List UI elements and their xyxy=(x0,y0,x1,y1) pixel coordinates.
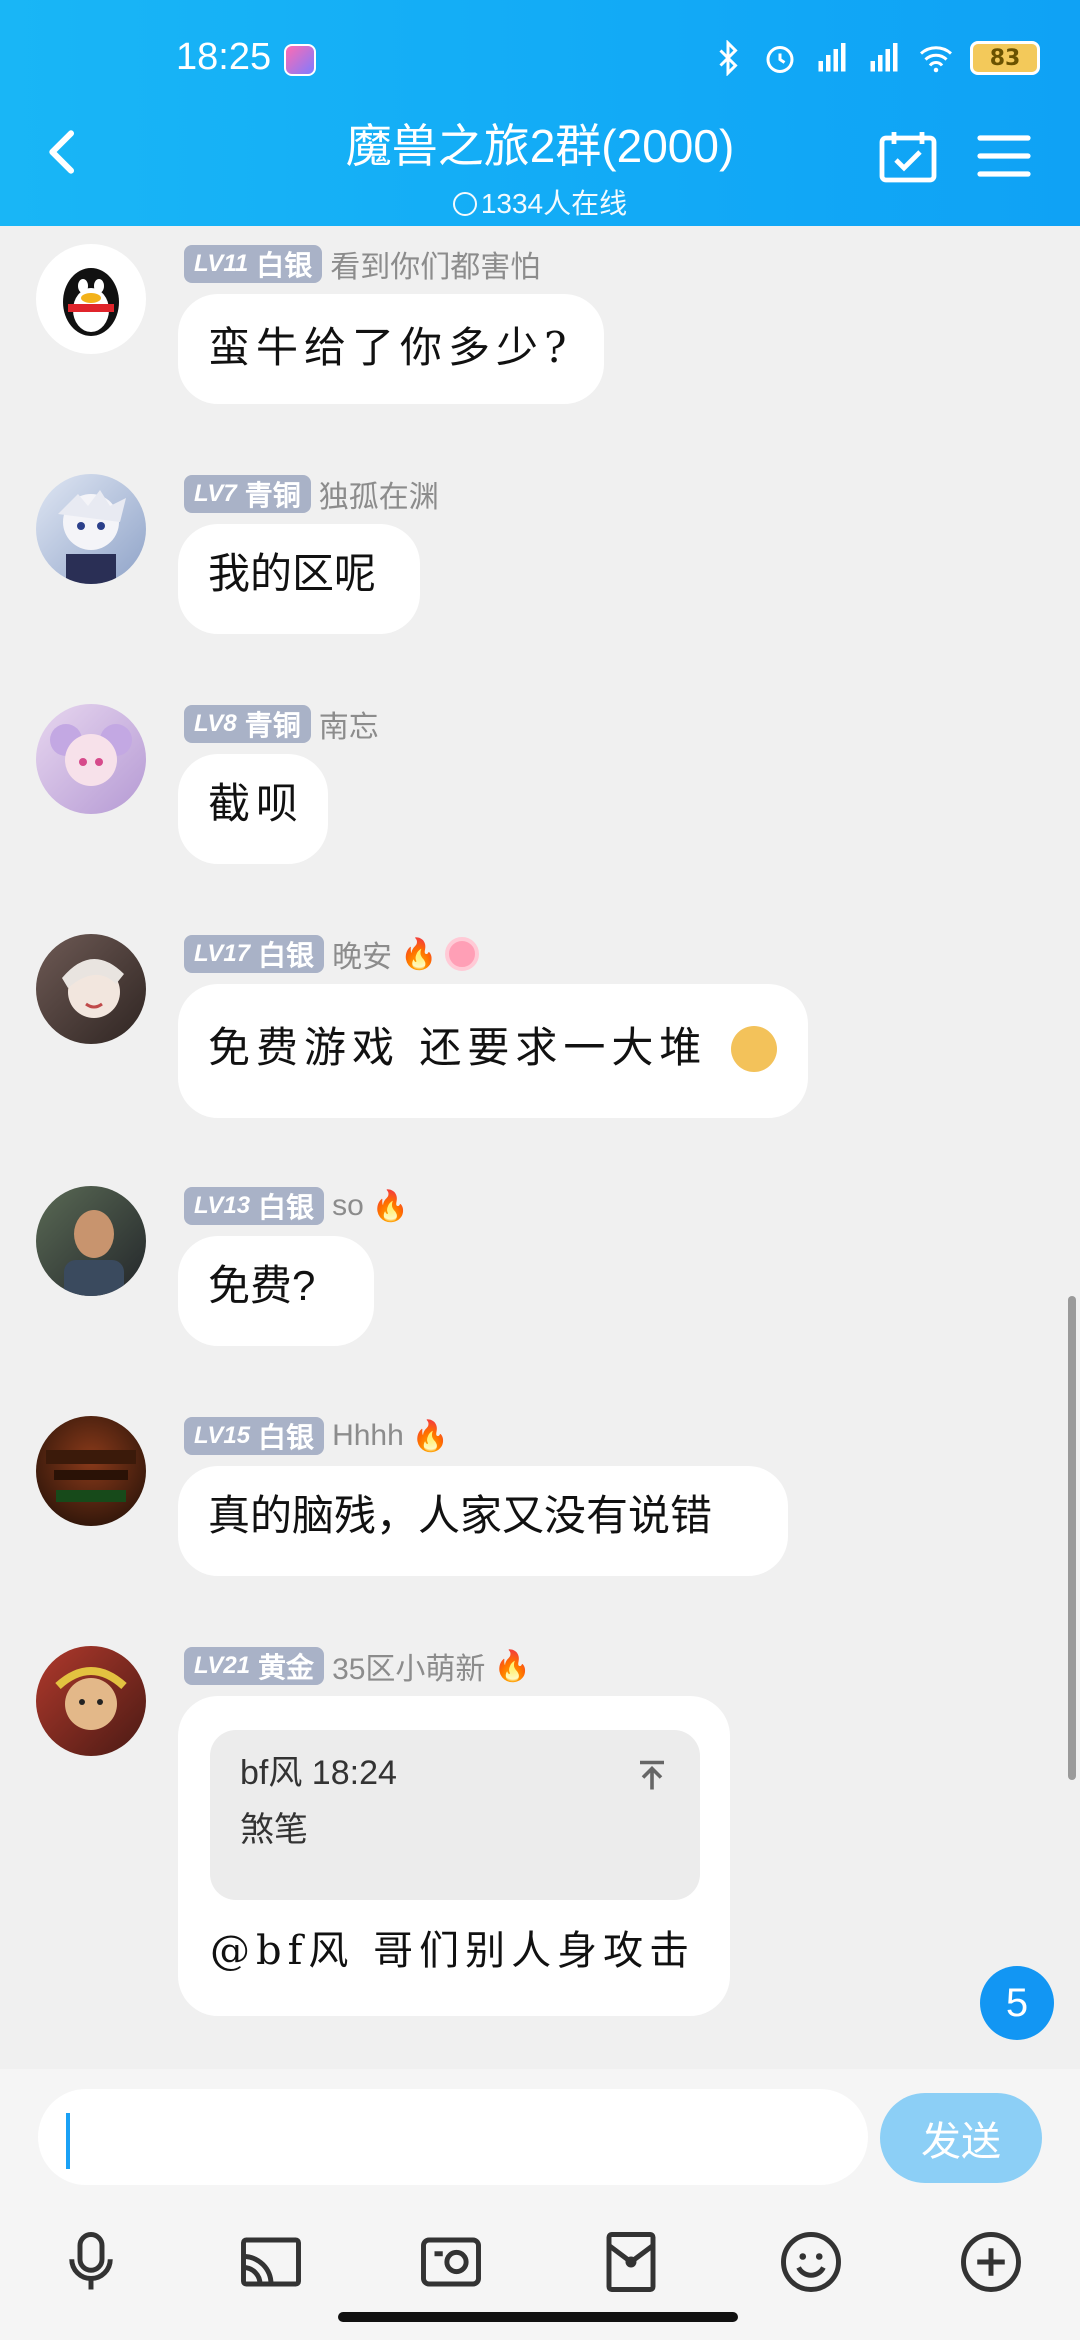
avatar[interactable] xyxy=(36,1186,146,1296)
message-bubble[interactable]: 截呗 xyxy=(178,754,328,864)
battery-indicator: 83 xyxy=(970,41,1040,75)
sender-name[interactable]: Hhhh xyxy=(332,1419,404,1453)
doge-emoji-icon xyxy=(730,1026,777,1072)
fire-icon: 🔥 xyxy=(371,1188,410,1224)
banner-avatar-icon xyxy=(46,1450,136,1502)
status-icons: 83 xyxy=(710,40,1040,76)
message-bubble[interactable]: 免费? xyxy=(178,1236,374,1346)
send-button[interactable]: 发送 xyxy=(880,2093,1042,2183)
check-circle-icon xyxy=(452,192,477,216)
alarm-icon xyxy=(766,46,794,73)
red-packet-icon[interactable] xyxy=(598,2229,664,2295)
sender-name[interactable]: 35区小萌新 xyxy=(332,1644,485,1688)
message-list[interactable]: LV11 白银 看到你们都害怕 蛮牛给了你多少? LV7 青铜 独孤在渊 我的区呢 … xyxy=(0,226,1080,2069)
jump-to-top-icon[interactable] xyxy=(634,1758,670,1794)
chat-header: 18:25 83 魔兽之旅2群(2000) 1334人在线 xyxy=(0,0,1080,226)
screen-cast-icon[interactable] xyxy=(238,2229,304,2295)
avatar[interactable] xyxy=(36,1646,146,1756)
signal-icon-2 xyxy=(870,43,898,72)
signal-icon xyxy=(818,43,846,72)
sender-name[interactable]: so xyxy=(332,1189,364,1223)
sender-name[interactable]: 看到你们都害怕 xyxy=(330,242,540,286)
level-tag: LV7 青铜 xyxy=(184,475,311,513)
status-time: 18:25 xyxy=(176,36,272,78)
message-bubble[interactable]: 真的脑残，人家又没有说错 xyxy=(178,1466,788,1576)
quote-text: 煞笔 xyxy=(240,1810,308,1849)
sender-meta: LV13 白银 so 🔥 xyxy=(184,1186,409,1226)
status-bar: 18:25 83 xyxy=(0,0,1080,120)
flower-badge-icon xyxy=(445,937,480,971)
sender-meta: LV17 白银 晚安 🔥 xyxy=(184,932,480,976)
input-toolbar xyxy=(0,2229,1080,2309)
input-area: 发送 xyxy=(0,2069,1080,2340)
avatar[interactable] xyxy=(36,934,146,1044)
sender-meta: LV11 白银 看到你们都害怕 xyxy=(184,244,540,284)
level-tag: LV21 黄金 xyxy=(184,1647,325,1685)
sender-name[interactable]: 晚安 xyxy=(332,932,392,976)
message-input[interactable] xyxy=(38,2089,868,2185)
fire-icon: 🔥 xyxy=(400,936,438,972)
photo-icon[interactable] xyxy=(418,2229,484,2295)
wifi-icon xyxy=(920,46,952,73)
avatar[interactable] xyxy=(36,1416,146,1526)
level-tag: LV17 白银 xyxy=(184,935,325,973)
penguin-avatar-icon xyxy=(63,268,119,336)
man-avatar-icon xyxy=(64,1210,124,1296)
reply-text: @bf风 哥们别人身攻击 xyxy=(210,1928,696,1974)
level-tag: LV15 白银 xyxy=(184,1417,325,1455)
level-tag: LV11 白银 xyxy=(184,245,323,283)
calendar-check-icon[interactable] xyxy=(878,128,938,184)
sender-meta: LV7 青铜 独孤在渊 xyxy=(184,474,439,514)
anime-avatar-icon xyxy=(58,490,126,584)
message-bubble[interactable]: 蛮牛给了你多少? xyxy=(178,294,604,404)
online-count: 1334人在线 xyxy=(0,182,1080,222)
message-bubble[interactable]: bf风 18:24 煞笔 @bf风 哥们别人身攻击 xyxy=(178,1696,730,2016)
level-tag: LV8 青铜 xyxy=(184,705,311,743)
microphone-icon[interactable] xyxy=(58,2229,124,2295)
anime-girl-avatar-icon xyxy=(50,724,132,786)
game-app-icon xyxy=(284,44,316,76)
level-tag: LV13 白银 xyxy=(184,1187,325,1225)
unread-count-badge[interactable]: 5 xyxy=(980,1966,1054,2040)
plus-circle-icon[interactable] xyxy=(958,2229,1024,2295)
fire-icon: 🔥 xyxy=(411,1418,450,1454)
anime-boy-avatar-icon xyxy=(62,958,124,1018)
sender-meta: LV15 白银 Hhhh 🔥 xyxy=(184,1416,449,1456)
sender-meta: LV21 黄金 35区小萌新 🔥 xyxy=(184,1646,531,1686)
menu-icon[interactable] xyxy=(976,134,1032,178)
bluetooth-icon xyxy=(719,40,738,76)
sender-name[interactable]: 独孤在渊 xyxy=(319,472,439,516)
monkey-king-avatar-icon xyxy=(55,1667,127,1730)
quoted-message[interactable]: bf风 18:24 煞笔 xyxy=(210,1730,700,1900)
message-bubble[interactable]: 免费游戏 还要求一大堆 xyxy=(178,984,808,1118)
fire-icon: 🔥 xyxy=(493,1648,531,1684)
text-caret xyxy=(66,2113,70,2169)
sender-meta: LV8 青铜 南忘 xyxy=(184,704,379,744)
sender-name[interactable]: 南忘 xyxy=(319,702,379,746)
avatar[interactable] xyxy=(36,474,146,584)
home-indicator[interactable] xyxy=(338,2312,738,2322)
message-bubble[interactable]: 我的区呢 xyxy=(178,524,420,634)
quote-author-time: bf风 18:24 xyxy=(240,1754,397,1792)
scrollbar[interactable] xyxy=(1068,1296,1076,1780)
avatar[interactable] xyxy=(36,244,146,354)
emoji-icon[interactable] xyxy=(778,2229,844,2295)
avatar[interactable] xyxy=(36,704,146,814)
